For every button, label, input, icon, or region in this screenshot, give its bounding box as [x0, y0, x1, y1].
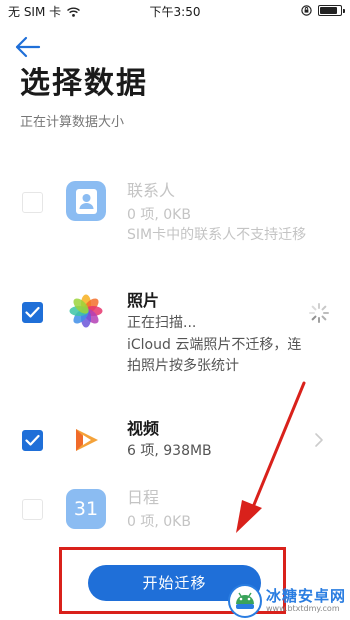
list-item-contacts[interactable]: 联系人 0 项, 0KB SIM卡中的联系人不支持迁移 — [0, 176, 350, 271]
chevron-right-icon[interactable] — [314, 432, 324, 448]
photos-note: iCloud 云端照片不迁移，连拍照片按多张统计 — [127, 337, 302, 374]
checkmark-icon — [25, 434, 40, 446]
watermark-logo-icon — [228, 584, 262, 618]
calendar-checkbox[interactable] — [22, 499, 43, 520]
photos-detail: 正在扫描... — [127, 315, 197, 331]
calendar-icon: 31 — [66, 489, 106, 529]
page-title: 选择数据 — [20, 66, 148, 101]
video-icon — [66, 420, 106, 460]
watermark-url: www.btxtdmy.com — [266, 604, 340, 613]
page-subtitle: 正在计算数据大小 — [20, 115, 125, 130]
photos-title: 照片 — [127, 291, 160, 310]
status-bar: 无 SIM 卡 下午3:50 — [0, 0, 350, 22]
list-item-calendar[interactable]: 31 日程 0 项, 0KB — [0, 483, 350, 538]
videos-title: 视频 — [127, 419, 160, 438]
checkmark-icon — [25, 306, 40, 318]
rotation-lock-icon — [301, 5, 312, 16]
back-arrow-icon[interactable] — [14, 34, 42, 60]
calendar-title: 日程 — [127, 488, 160, 507]
list-item-photos[interactable]: 照片 正在扫描... iCloud 云端照片不迁移，连拍照片按多张统计 — [0, 286, 350, 396]
watermark-text: 冰糖安卓网 — [266, 587, 347, 605]
videos-detail: 6 项, 938MB — [127, 443, 212, 459]
battery-icon — [318, 4, 345, 16]
contacts-checkbox[interactable] — [22, 192, 43, 213]
contacts-detail: 0 项, 0KB — [127, 207, 191, 223]
contacts-icon — [66, 181, 106, 221]
list-item-videos[interactable]: 视频 6 项, 938MB — [0, 413, 350, 468]
status-time: 下午3:50 — [149, 5, 201, 19]
contacts-title: 联系人 — [127, 181, 176, 200]
watermark: 冰糖安卓网 www.btxtdmy.com — [228, 582, 350, 620]
calendar-icon-day: 31 — [73, 498, 99, 520]
loading-spinner-icon — [309, 303, 329, 323]
calendar-detail: 0 项, 0KB — [127, 514, 191, 530]
videos-checkbox[interactable] — [22, 430, 43, 451]
contacts-note: SIM卡中的联系人不支持迁移 — [127, 227, 307, 243]
photos-icon — [66, 291, 106, 331]
photos-checkbox[interactable] — [22, 302, 43, 323]
